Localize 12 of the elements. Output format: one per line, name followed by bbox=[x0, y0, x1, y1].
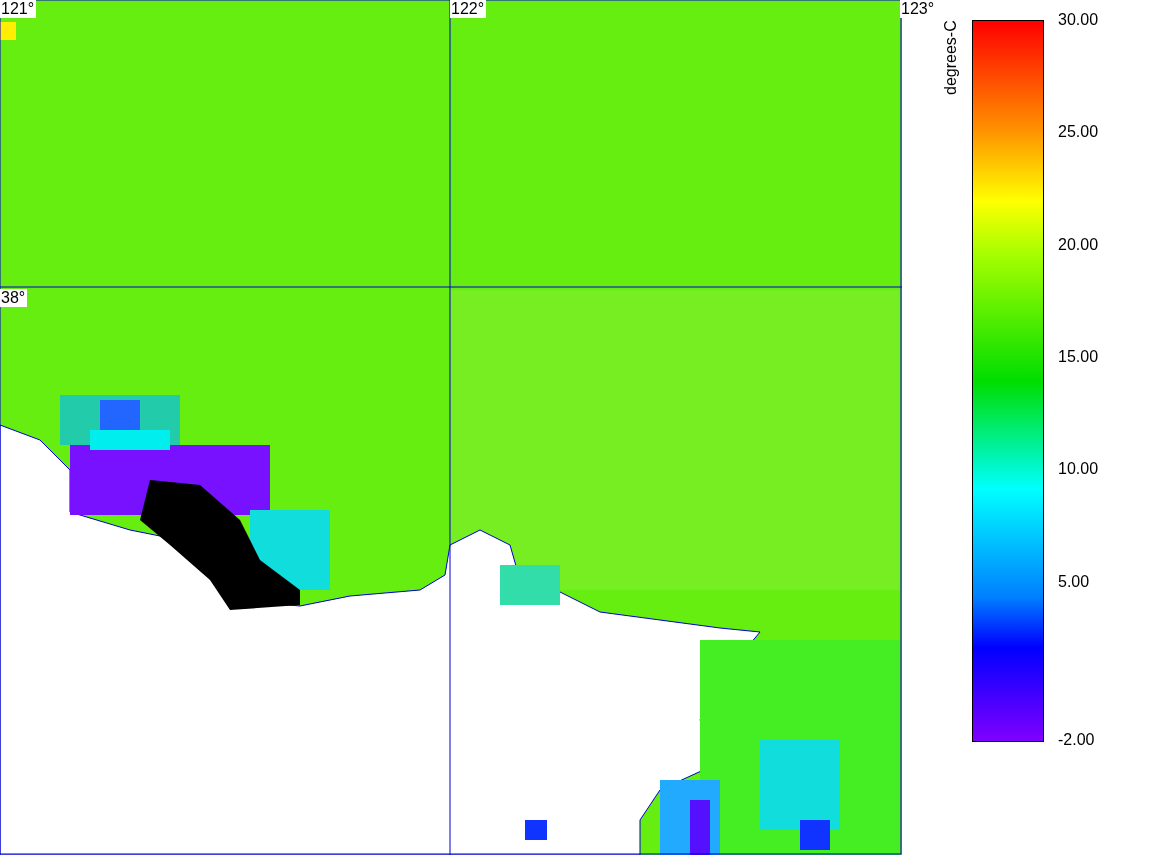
colorbar-tick-label: 25.00 bbox=[1058, 123, 1099, 142]
colorbar-tick-label: -2.00 bbox=[1058, 731, 1095, 749]
colorbar-title: degrees-C bbox=[942, 20, 960, 97]
colorbar-tick-label: 20.00 bbox=[1058, 235, 1099, 254]
longitude-label: 123° bbox=[900, 0, 937, 18]
colorbar-tick-label: 15.00 bbox=[1058, 347, 1099, 366]
longitude-label: 122° bbox=[450, 0, 487, 18]
colorbar-tick-label: 5.00 bbox=[1058, 572, 1090, 591]
colorbar-tick-label: 30.00 bbox=[1058, 11, 1099, 29]
longitude-label: 121° bbox=[0, 0, 37, 18]
latitude-label: 38° bbox=[0, 289, 28, 307]
colorbar-tick-label: 10.00 bbox=[1058, 460, 1099, 479]
